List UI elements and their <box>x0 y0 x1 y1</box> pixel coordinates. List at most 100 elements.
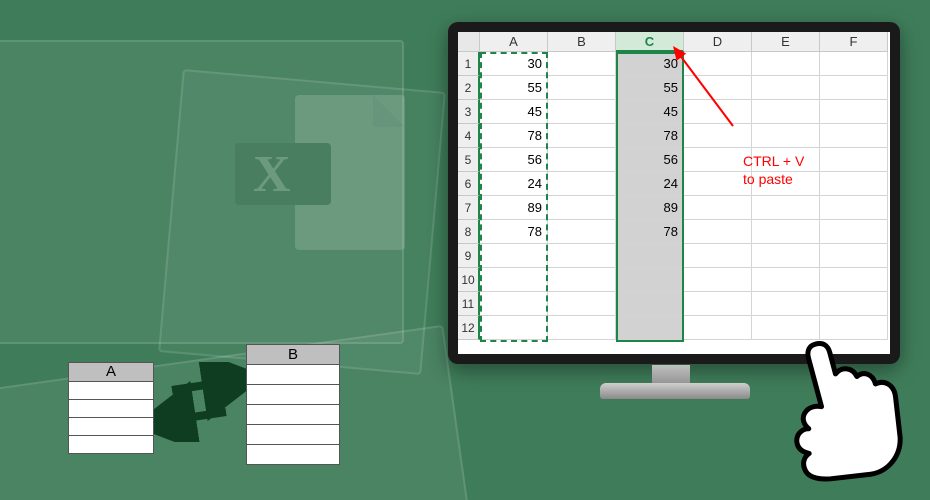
col-header-b[interactable]: B <box>548 32 616 52</box>
cell-D4[interactable] <box>684 124 752 148</box>
cell-D3[interactable] <box>684 100 752 124</box>
cell-A11[interactable] <box>480 292 548 316</box>
cell-B11[interactable] <box>548 292 616 316</box>
row-header[interactable]: 6 <box>458 172 480 196</box>
cell-E1[interactable] <box>752 52 820 76</box>
cell-E2[interactable] <box>752 76 820 100</box>
cell-C9[interactable] <box>616 244 684 268</box>
cell-C8[interactable]: 78 <box>616 220 684 244</box>
cell-C11[interactable] <box>616 292 684 316</box>
cell-D2[interactable] <box>684 76 752 100</box>
cell-E9[interactable] <box>752 244 820 268</box>
cell-E8[interactable] <box>752 220 820 244</box>
cell-E4[interactable] <box>752 124 820 148</box>
cell-C1[interactable]: 30 <box>616 52 684 76</box>
table-row: 9 <box>458 244 890 268</box>
col-header-d[interactable]: D <box>684 32 752 52</box>
row-header[interactable]: 10 <box>458 268 480 292</box>
cell-F3[interactable] <box>820 100 888 124</box>
table-row: 55656 <box>458 148 890 172</box>
cell-A4[interactable]: 78 <box>480 124 548 148</box>
cell-C7[interactable]: 89 <box>616 196 684 220</box>
cell-F11[interactable] <box>820 292 888 316</box>
cell-A9[interactable] <box>480 244 548 268</box>
row-header[interactable]: 5 <box>458 148 480 172</box>
cell-A2[interactable]: 55 <box>480 76 548 100</box>
cell-B12[interactable] <box>548 316 616 340</box>
cell-F4[interactable] <box>820 124 888 148</box>
cell-A5[interactable]: 56 <box>480 148 548 172</box>
monitor-stand <box>600 365 750 402</box>
row-header[interactable]: 4 <box>458 124 480 148</box>
row-header[interactable]: 7 <box>458 196 480 220</box>
cell-B1[interactable] <box>548 52 616 76</box>
row-header[interactable]: 3 <box>458 100 480 124</box>
mini-table-a: A <box>68 362 154 454</box>
cell-C2[interactable]: 55 <box>616 76 684 100</box>
cell-F8[interactable] <box>820 220 888 244</box>
cell-D9[interactable] <box>684 244 752 268</box>
col-header-c[interactable]: C <box>616 32 684 52</box>
cell-A12[interactable] <box>480 316 548 340</box>
cell-C10[interactable] <box>616 268 684 292</box>
mini-b-header: B <box>247 345 339 364</box>
cell-A10[interactable] <box>480 268 548 292</box>
cell-A3[interactable]: 45 <box>480 100 548 124</box>
select-all-corner[interactable] <box>458 32 480 52</box>
cell-B4[interactable] <box>548 124 616 148</box>
cell-D5[interactable] <box>684 148 752 172</box>
cell-B3[interactable] <box>548 100 616 124</box>
col-header-f[interactable]: F <box>820 32 888 52</box>
cell-F1[interactable] <box>820 52 888 76</box>
cell-D10[interactable] <box>684 268 752 292</box>
cell-C4[interactable]: 78 <box>616 124 684 148</box>
table-row: 47878 <box>458 124 890 148</box>
row-header[interactable]: 1 <box>458 52 480 76</box>
row-header[interactable]: 12 <box>458 316 480 340</box>
cell-B6[interactable] <box>548 172 616 196</box>
cell-B8[interactable] <box>548 220 616 244</box>
cell-B10[interactable] <box>548 268 616 292</box>
cell-E7[interactable] <box>752 196 820 220</box>
cell-E10[interactable] <box>752 268 820 292</box>
row-header[interactable]: 8 <box>458 220 480 244</box>
cell-F5[interactable] <box>820 148 888 172</box>
col-header-a[interactable]: A <box>480 32 548 52</box>
cell-D7[interactable] <box>684 196 752 220</box>
cell-A6[interactable]: 24 <box>480 172 548 196</box>
cell-A1[interactable]: 30 <box>480 52 548 76</box>
cell-C3[interactable]: 45 <box>616 100 684 124</box>
row-header[interactable]: 11 <box>458 292 480 316</box>
table-row: 78989 <box>458 196 890 220</box>
cell-E11[interactable] <box>752 292 820 316</box>
cell-A7[interactable]: 89 <box>480 196 548 220</box>
cell-F7[interactable] <box>820 196 888 220</box>
mini-a-header: A <box>69 363 153 381</box>
cell-D8[interactable] <box>684 220 752 244</box>
cell-B5[interactable] <box>548 148 616 172</box>
cell-B9[interactable] <box>548 244 616 268</box>
cell-C5[interactable]: 56 <box>616 148 684 172</box>
cell-F9[interactable] <box>820 244 888 268</box>
cell-F6[interactable] <box>820 172 888 196</box>
row-header[interactable]: 2 <box>458 76 480 100</box>
cell-F2[interactable] <box>820 76 888 100</box>
cell-B2[interactable] <box>548 76 616 100</box>
spreadsheet[interactable]: A B C D E F 1303025555345454787855656624… <box>458 32 890 340</box>
mini-table-b: B <box>246 344 340 465</box>
table-row: 13030 <box>458 52 890 76</box>
cell-C6[interactable]: 24 <box>616 172 684 196</box>
cell-E3[interactable] <box>752 100 820 124</box>
annotation-line-2: to paste <box>743 170 804 188</box>
cell-D1[interactable] <box>684 52 752 76</box>
col-header-e[interactable]: E <box>752 32 820 52</box>
cell-F10[interactable] <box>820 268 888 292</box>
table-row: 87878 <box>458 220 890 244</box>
cell-C12[interactable] <box>616 316 684 340</box>
cell-B7[interactable] <box>548 196 616 220</box>
cell-D6[interactable] <box>684 172 752 196</box>
cell-D11[interactable] <box>684 292 752 316</box>
cell-D12[interactable] <box>684 316 752 340</box>
row-header[interactable]: 9 <box>458 244 480 268</box>
cell-A8[interactable]: 78 <box>480 220 548 244</box>
